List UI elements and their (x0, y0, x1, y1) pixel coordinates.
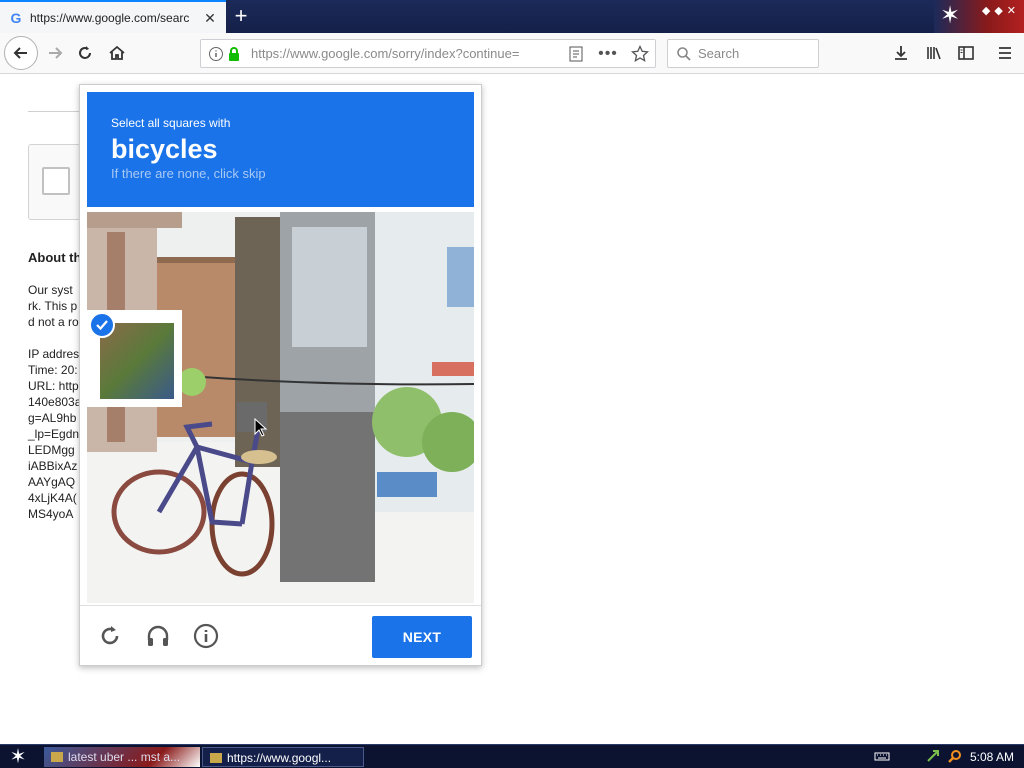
taskbar-item-label: latest uber ... mst a... (68, 750, 181, 764)
back-arrow-icon (13, 47, 27, 59)
captcha-challenge-dialog: Select all squares with bicycles If ther… (79, 84, 482, 666)
forward-arrow-icon (49, 47, 63, 59)
google-favicon-icon: G (10, 9, 22, 26)
keyboard-icon[interactable] (874, 750, 890, 765)
grid-tile-15[interactable] (282, 507, 377, 603)
downloads-button[interactable] (886, 38, 916, 68)
forward-button[interactable] (40, 38, 70, 68)
grid-tile-6[interactable] (184, 310, 279, 406)
reload-icon[interactable] (96, 622, 124, 650)
maximize-icon[interactable]: ◆ (994, 4, 1002, 17)
taskbar: ✶ latest uber ... mst a... https://www.g… (0, 744, 1024, 768)
grid-tile-4[interactable] (379, 212, 474, 308)
start-menu-icon[interactable]: ✶ (4, 746, 32, 768)
search-input[interactable] (698, 46, 808, 61)
reload-button[interactable] (70, 38, 100, 68)
page-actions-icon[interactable]: ••• (598, 45, 617, 63)
menu-button[interactable] (990, 38, 1020, 68)
mouse-cursor-icon (254, 418, 268, 437)
bookmark-star-icon[interactable] (631, 44, 649, 63)
challenge-target-object: bicycles (111, 134, 218, 164)
taskbar-item-label: https://www.googl... (227, 751, 332, 765)
reader-view-icon[interactable] (567, 45, 585, 63)
tab-strip: G https://www.google.com/search?q= ✕ + ✶… (0, 0, 1024, 33)
tab-title: https://www.google.com/search?q= (30, 10, 190, 25)
about-heading: About th (28, 250, 82, 265)
info-icon[interactable] (207, 45, 225, 63)
headphones-icon[interactable] (144, 622, 172, 650)
search-icon (677, 46, 691, 61)
star-logo-icon: ✶ (940, 2, 961, 29)
grid-tile-11[interactable] (282, 409, 377, 505)
about-body-text: Our syst rk. This p d not a ro IP addres… (28, 283, 82, 521)
app-window-icon (210, 753, 222, 763)
home-icon (109, 45, 125, 60)
system-tray: 5:08 AM (874, 745, 1024, 768)
hamburger-menu-icon (999, 47, 1011, 59)
sidebar-button[interactable] (951, 38, 981, 68)
back-button[interactable] (4, 36, 38, 70)
grid-tile-5[interactable] (87, 310, 183, 407)
taskbar-item[interactable]: latest uber ... mst a... (44, 747, 200, 767)
grid-tile-13[interactable] (87, 507, 182, 603)
sidebar-icon (958, 46, 974, 60)
reload-icon (79, 46, 91, 59)
close-window-icon[interactable]: ✕ (1007, 4, 1016, 17)
selected-tile-image (100, 323, 175, 399)
image-grid (87, 212, 474, 603)
grid-tile-14[interactable] (184, 507, 279, 603)
tab-close-icon[interactable]: ✕ (202, 10, 218, 26)
grid-tile-16[interactable] (379, 507, 474, 603)
challenge-instruction: Select all squares with (111, 116, 231, 130)
grid-tile-8[interactable] (379, 310, 474, 406)
network-icon[interactable] (926, 749, 940, 766)
home-button[interactable] (102, 38, 132, 68)
next-button[interactable]: NEXT (372, 616, 472, 658)
library-button[interactable] (919, 38, 949, 68)
new-tab-button[interactable]: + (228, 4, 254, 29)
challenge-footer: NEXT (80, 605, 481, 665)
clock[interactable]: 5:08 AM (970, 750, 1014, 764)
grid-tile-12[interactable] (379, 409, 474, 505)
info-icon[interactable] (192, 622, 220, 650)
minimize-icon[interactable]: ◆ (982, 4, 990, 17)
grid-tile-2[interactable] (184, 212, 279, 308)
download-icon (895, 46, 907, 60)
window-controls: ◆ ◆ ✕ (982, 4, 1016, 17)
grid-tile-9[interactable] (87, 409, 182, 505)
challenge-header: Select all squares with bicycles If ther… (87, 92, 474, 207)
grid-tile-3[interactable] (282, 212, 377, 308)
search-bar[interactable] (667, 39, 819, 68)
url-bar[interactable]: https://www.google.com/sorry/index?conti… (200, 39, 656, 68)
recaptcha-checkbox[interactable] (42, 167, 70, 195)
search-tray-icon[interactable] (948, 749, 962, 766)
browser-tab[interactable]: G https://www.google.com/search?q= ✕ (0, 0, 226, 33)
challenge-skip-hint: If there are none, click skip (111, 166, 266, 181)
app-window-icon (51, 752, 63, 762)
lock-icon[interactable] (225, 45, 243, 63)
nav-bar: https://www.google.com/sorry/index?conti… (0, 33, 1024, 74)
library-icon (927, 47, 941, 60)
grid-tile-7[interactable] (282, 310, 377, 406)
grid-tile-1[interactable] (87, 212, 182, 308)
taskbar-item[interactable]: https://www.googl... (202, 747, 364, 767)
url-text: https://www.google.com/sorry/index?conti… (251, 46, 520, 61)
